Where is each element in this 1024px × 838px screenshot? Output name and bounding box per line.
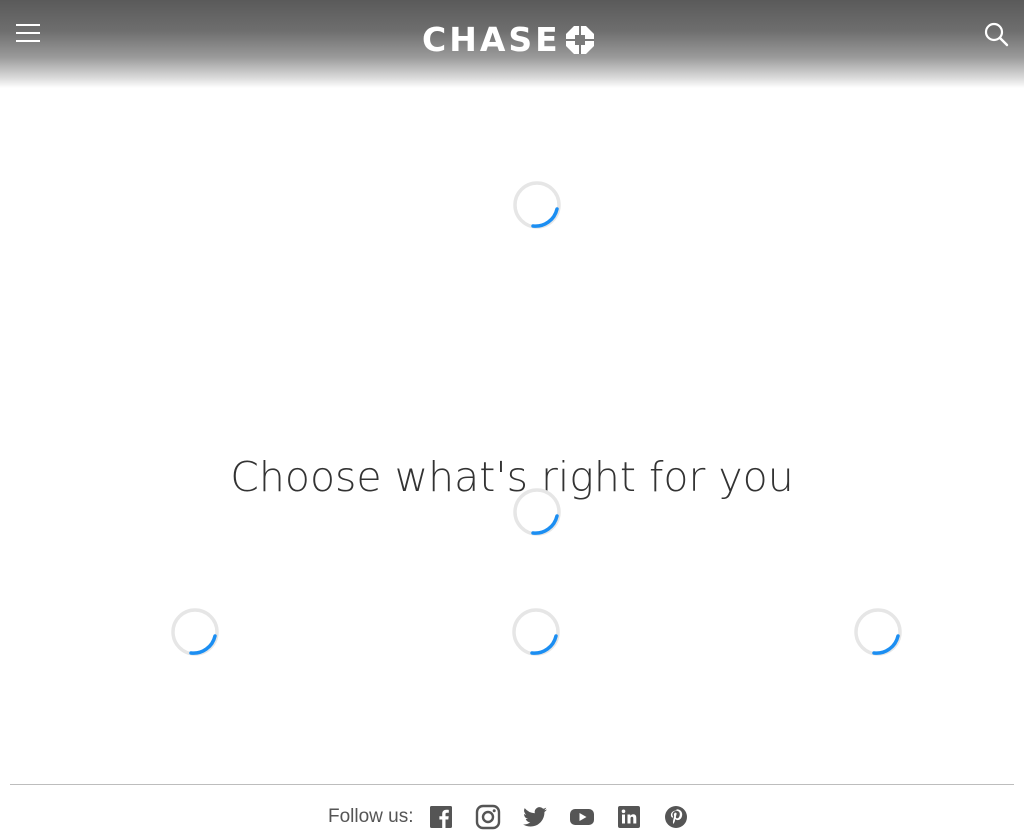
- loading-spinner: [170, 607, 220, 657]
- instagram-icon[interactable]: [475, 804, 501, 830]
- facebook-icon[interactable]: [428, 804, 454, 830]
- chase-logo[interactable]: CHASE: [422, 20, 604, 60]
- hamburger-menu-icon[interactable]: [12, 18, 44, 50]
- loading-spinner: [511, 607, 561, 657]
- follow-label: Follow us:: [328, 806, 414, 827]
- brand-name: CHASE: [422, 20, 561, 59]
- youtube-icon[interactable]: [569, 804, 595, 830]
- loading-spinner: [512, 180, 562, 230]
- page: CHASE Choose what's right for you Follow…: [0, 0, 1024, 838]
- social-follow-bar: Follow us:: [328, 800, 710, 834]
- search-icon[interactable]: [980, 18, 1012, 50]
- pinterest-icon[interactable]: [663, 804, 689, 830]
- loading-spinner: [853, 607, 903, 657]
- footer-divider: [10, 784, 1014, 785]
- site-header: CHASE: [0, 0, 1024, 88]
- linkedin-icon[interactable]: [616, 804, 642, 830]
- chase-octagon-icon: [565, 25, 595, 55]
- twitter-icon[interactable]: [522, 804, 548, 830]
- loading-spinner: [512, 487, 562, 537]
